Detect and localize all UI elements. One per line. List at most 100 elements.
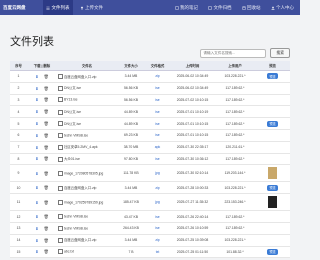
nav-notes[interactable]: 我的笔记: [172, 0, 202, 15]
row-filename[interactable]: 百度云盘网盘入口.zip: [57, 70, 117, 83]
download-icon[interactable]: ⬇: [35, 121, 38, 126]
search-input[interactable]: [200, 48, 267, 58]
trash-icon[interactable]: 🗑: [44, 214, 49, 219]
file-icon: [58, 109, 63, 115]
trash-icon[interactable]: 🗑: [44, 226, 49, 231]
row-index: 8: [10, 153, 27, 166]
row-filename[interactable]: 大众01.ise: [57, 153, 117, 166]
trash-icon[interactable]: 🗑: [44, 156, 49, 161]
download-icon[interactable]: ⬇: [35, 214, 38, 219]
row-filename[interactable]: BY13.ise: [57, 94, 117, 107]
nav-archive[interactable]: 文件归档: [205, 0, 235, 15]
row-actions: ⬇ 🗑: [27, 246, 57, 259]
row-size: 7 B: [117, 246, 145, 259]
download-icon[interactable]: ⬇: [35, 156, 38, 161]
trash-icon[interactable]: 🗑: [44, 145, 49, 150]
download-icon[interactable]: ⬇: [35, 145, 38, 150]
download-icon[interactable]: ⬇: [35, 200, 38, 205]
row-filename[interactable]: techn VMSB.ise: [57, 222, 117, 235]
table-row: 3 ⬇ 🗑 BY13.ise 56.56 KB ise 2025-07-02 1…: [10, 94, 290, 107]
filename-text: BY13.ise: [64, 97, 78, 102]
row-size: 3.44 MB: [117, 234, 145, 247]
col-index: 序号: [10, 61, 27, 71]
row-actions: ⬇ 🗑: [27, 210, 57, 223]
row-index: 2: [10, 82, 27, 95]
row-actions: ⬇ 🗑: [27, 153, 57, 166]
table-body: 1 ⬇ 🗑 百度云盘网盘入口.zip 3.44 MB zip 2025-06-0…: [10, 70, 290, 259]
row-preview: [255, 129, 290, 142]
trash-icon[interactable]: 🗑: [44, 133, 49, 138]
preview-button[interactable]: 预览: [266, 73, 279, 80]
row-filename[interactable]: 百度云盘网盘入口.zip: [57, 181, 117, 195]
row-filename[interactable]: DN公文.ise: [57, 82, 117, 95]
row-filename[interactable]: image_172080578305.jpg: [57, 164, 117, 183]
image-thumbnail[interactable]: [268, 196, 277, 209]
trash-icon[interactable]: 🗑: [44, 109, 49, 114]
nav-upload[interactable]: 上传文件: [77, 0, 107, 15]
trash-icon[interactable]: 🗑: [44, 86, 49, 91]
preview-button[interactable]: 预览: [266, 248, 279, 255]
row-filename[interactable]: techn VMSB.ise: [57, 210, 117, 223]
brand-logo[interactable]: 百度云网盘: [0, 5, 43, 11]
preview-button[interactable]: 预览: [266, 120, 279, 127]
trash-icon[interactable]: 🗑: [44, 74, 49, 79]
trash-icon[interactable]: 🗑: [44, 171, 49, 176]
nav-archive-label: 文件归档: [213, 4, 232, 10]
row-index: 13: [10, 222, 27, 235]
filename-text: 大众01.ise: [64, 157, 80, 162]
row-user: 117.189.62.*: [215, 94, 255, 107]
row-user: 103.228.221.*: [215, 70, 255, 83]
filename-text: image_172080578305.jpg: [64, 171, 104, 176]
row-filename[interactable]: 社区安卓5.2MV_4.apk: [57, 141, 117, 154]
download-icon[interactable]: ⬇: [35, 249, 38, 254]
download-icon[interactable]: ⬇: [35, 97, 38, 102]
row-filename[interactable]: DN公文.ise: [57, 105, 117, 119]
row-format: jpg: [145, 164, 170, 183]
row-format: jpg: [145, 193, 170, 212]
file-icon: [58, 249, 63, 255]
row-time: 2025-07-30 02:10:14: [170, 164, 215, 183]
file-icon: [58, 132, 63, 138]
row-time: 2025-07-01 10:10:19: [170, 105, 215, 119]
row-user: 103.228.221.*: [215, 234, 255, 247]
trash-icon[interactable]: 🗑: [44, 185, 49, 190]
row-format: ise: [145, 210, 170, 223]
nav-profile[interactable]: 个人中心: [268, 0, 298, 15]
row-time: 2025-07-27 11:35:32: [170, 193, 215, 212]
row-filename[interactable]: DN公文.ise: [57, 117, 117, 130]
trash-icon[interactable]: 🗑: [44, 200, 49, 205]
download-icon[interactable]: ⬇: [35, 238, 38, 243]
download-icon[interactable]: ⬇: [35, 133, 38, 138]
note-icon: [175, 5, 178, 10]
trash-icon[interactable]: 🗑: [44, 238, 49, 243]
image-thumbnail[interactable]: [268, 167, 277, 180]
download-icon[interactable]: ⬇: [35, 185, 38, 190]
nav-notes-label: 我的笔记: [180, 4, 198, 10]
nav-file-list-label: 文件列表: [51, 4, 70, 10]
trash-icon[interactable]: 🗑: [44, 97, 49, 102]
download-icon[interactable]: ⬇: [35, 74, 38, 79]
file-icon: [58, 185, 63, 191]
row-filename[interactable]: image_170259789159.jpg: [57, 193, 117, 212]
nav-file-list[interactable]: 文件列表: [43, 0, 73, 15]
file-icon: [58, 214, 63, 220]
download-icon[interactable]: ⬇: [35, 171, 38, 176]
download-icon[interactable]: ⬇: [35, 109, 38, 114]
row-preview: 预览: [255, 117, 290, 130]
search-button[interactable]: 搜索: [270, 48, 290, 58]
row-actions: ⬇ 🗑: [27, 105, 57, 119]
preview-button[interactable]: 预览: [266, 184, 279, 191]
download-icon[interactable]: ⬇: [35, 226, 38, 231]
download-icon[interactable]: ⬇: [35, 86, 38, 91]
row-time: 2025-07-26 10:10:59: [170, 222, 215, 235]
trash-icon[interactable]: 🗑: [44, 121, 49, 126]
nav-recycle[interactable]: 回收站: [239, 0, 264, 15]
row-user: 103.228.221.*: [215, 181, 255, 195]
row-actions: ⬇ 🗑: [27, 141, 57, 154]
row-filename[interactable]: abc.txt: [57, 246, 117, 259]
row-time: 2025-07-25 01:11:50: [170, 246, 215, 259]
row-filename[interactable]: 百度云盘网盘入口.zip: [57, 234, 117, 247]
trash-icon[interactable]: 🗑: [44, 249, 49, 254]
row-preview: 预览: [255, 70, 290, 83]
row-filename[interactable]: techn VMSB.ise: [57, 129, 117, 142]
